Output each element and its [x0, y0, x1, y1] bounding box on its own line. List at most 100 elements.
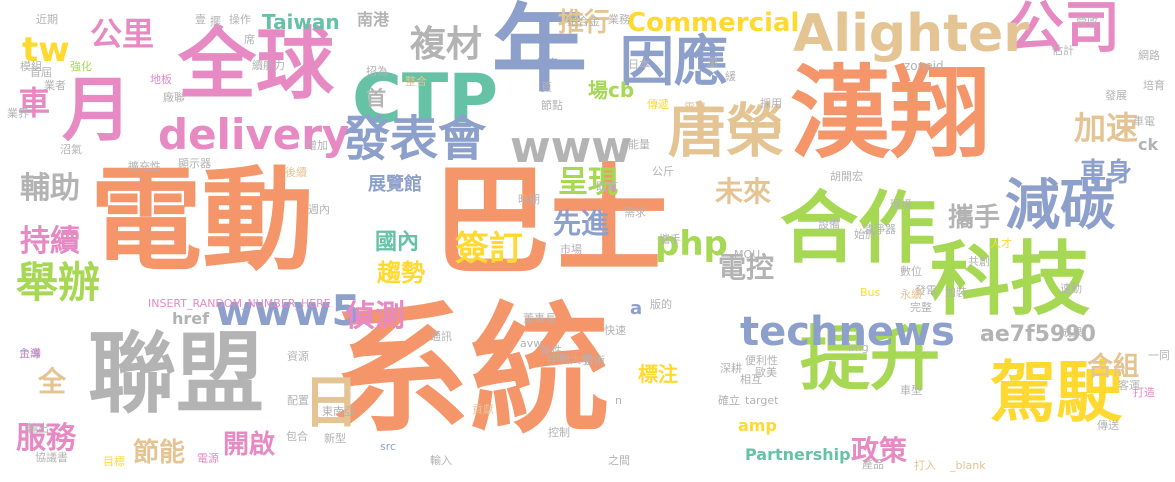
cloud-word: 資源	[287, 350, 309, 363]
cloud-word: 客運	[1118, 379, 1140, 392]
cloud-word: 數位	[900, 265, 922, 278]
cloud-word: n	[615, 394, 622, 407]
cloud-word: 培育	[1143, 79, 1165, 92]
cloud-word: 目標	[103, 455, 125, 468]
cloud-word: 擺	[210, 15, 221, 28]
cloud-word: 公斤	[652, 165, 674, 178]
cloud-word: 簽訂	[455, 229, 523, 269]
cloud-word: 發展	[1105, 89, 1127, 102]
cloud-word: 日	[303, 371, 359, 436]
cloud-word: 台灣	[19, 347, 41, 360]
cloud-word: 全	[38, 365, 67, 398]
cloud-word: 版的	[650, 298, 672, 311]
cloud-word: target	[745, 394, 779, 407]
cloud-word: 輸出	[27, 422, 49, 435]
cloud-word: 董事長	[523, 312, 556, 325]
cloud-word: 輔助	[20, 171, 80, 206]
cloud-word: 南港	[357, 10, 390, 29]
cloud-word: 東南亞	[322, 405, 355, 418]
cloud-word: 深耕	[720, 362, 742, 375]
cloud-word: 合組	[1087, 352, 1140, 382]
cloud-word: 複材	[410, 24, 483, 65]
cloud-word: 沼氣	[60, 143, 82, 156]
cloud-word: 行車	[536, 57, 558, 70]
cloud-word: 業者	[44, 79, 66, 92]
cloud-word: 業務	[608, 13, 630, 26]
cloud-word: src	[380, 440, 397, 453]
cloud-word: 偵測	[345, 299, 405, 334]
cloud-word: 展覽館	[368, 174, 422, 195]
cloud-word: 標注	[638, 362, 678, 386]
cloud-word: avw	[520, 337, 543, 350]
cloud-word: href	[172, 309, 210, 328]
cloud-word: 車身	[1080, 158, 1133, 188]
cloud-word: 電源	[197, 452, 219, 465]
cloud-word: 永續	[900, 288, 922, 301]
cloud-word: Commercial	[627, 8, 800, 38]
cloud-word: 加速	[1074, 109, 1139, 147]
cloud-word: 環境	[890, 198, 912, 211]
cloud-word: 科技	[930, 233, 1090, 326]
cloud-word: 擴充性	[128, 160, 161, 173]
cloud-word: INSERT_RANDOM_NUMBER_HERE	[148, 297, 331, 310]
cloud-word: 快速	[604, 324, 626, 337]
cloud-word: 一同	[1148, 349, 1170, 362]
cloud-word: 整合	[405, 75, 427, 88]
cloud-word: 業界	[7, 107, 29, 120]
cloud-word: 瀏	[707, 56, 718, 69]
cloud-word: MOU	[734, 248, 761, 261]
cloud-word: 電巴	[684, 101, 706, 114]
cloud-word: 估計	[1052, 44, 1074, 57]
cloud-word: Bus	[860, 286, 881, 299]
cloud-word: 電動	[90, 156, 314, 286]
cloud-word: 首	[366, 86, 386, 110]
cloud-word: img	[848, 341, 869, 354]
cloud-word: 包合	[286, 430, 308, 443]
cloud-word: 成果	[1061, 326, 1083, 339]
cloud-word: 續航力	[252, 59, 285, 72]
cloud-word: 近期	[36, 13, 58, 26]
cloud-word: 廠聯	[163, 91, 185, 104]
cloud-word: 週內	[308, 203, 330, 216]
cloud-word: 首屆	[30, 66, 52, 79]
word-cloud: 電動 巴士 系統 漢翔年全球 聯盟 合作 科技 提升 駕駛 減碳 公司 因應月 CTP Alighter 唐…	[0, 0, 1175, 482]
cloud-word: 發表會	[342, 111, 487, 167]
cloud-word: 增加	[306, 139, 328, 152]
cloud-word: 持續	[20, 224, 80, 259]
cloud-word: 先進	[553, 207, 610, 240]
cloud-word: 節能	[133, 438, 186, 468]
cloud-word: 席	[244, 33, 255, 46]
cloud-word: 共創	[968, 255, 990, 268]
cloud-word: 地板	[150, 73, 172, 86]
cloud-word: 攜手	[659, 233, 681, 246]
cloud-word: 聯盟	[88, 322, 265, 425]
cloud-word: 貢獻	[472, 403, 494, 416]
cloud-word: 顯示器	[178, 157, 211, 170]
cloud-word: 傳送	[1097, 419, 1119, 432]
cloud-word: 營收	[1076, 15, 1098, 28]
cloud-word: 未來	[715, 175, 772, 208]
cloud-word: 弾性	[540, 344, 562, 357]
cloud-word: 傳遞	[647, 98, 669, 111]
cloud-word: 加裝	[945, 286, 967, 299]
cloud-word: 設備	[818, 218, 840, 231]
cloud-word: 車電	[1133, 115, 1155, 128]
cloud-word: 網路	[1138, 49, 1160, 62]
cloud-word: 協議書	[35, 451, 68, 464]
cloud-word: 鋁合金	[567, 15, 600, 28]
cloud-word: 節點	[541, 99, 563, 112]
cloud-word: 後續	[285, 166, 307, 179]
cloud-word: 開啟	[223, 430, 276, 460]
cloud-word: 新型	[324, 432, 346, 445]
cloud-word: 舉辦	[16, 258, 101, 307]
cloud-word: 確立	[718, 394, 740, 407]
cloud-word: Partnership	[745, 445, 851, 464]
cloud-word: 攜手	[948, 203, 1001, 233]
cloud-word: 人才	[990, 237, 1012, 250]
cloud-word: 速動	[1060, 282, 1082, 295]
cloud-word: 招為	[366, 65, 388, 78]
cloud-word: 能量	[628, 138, 650, 151]
cloud-word: 完整	[910, 301, 932, 314]
cloud-word: 控制	[548, 426, 570, 439]
cloud-word: _blank	[950, 459, 986, 472]
